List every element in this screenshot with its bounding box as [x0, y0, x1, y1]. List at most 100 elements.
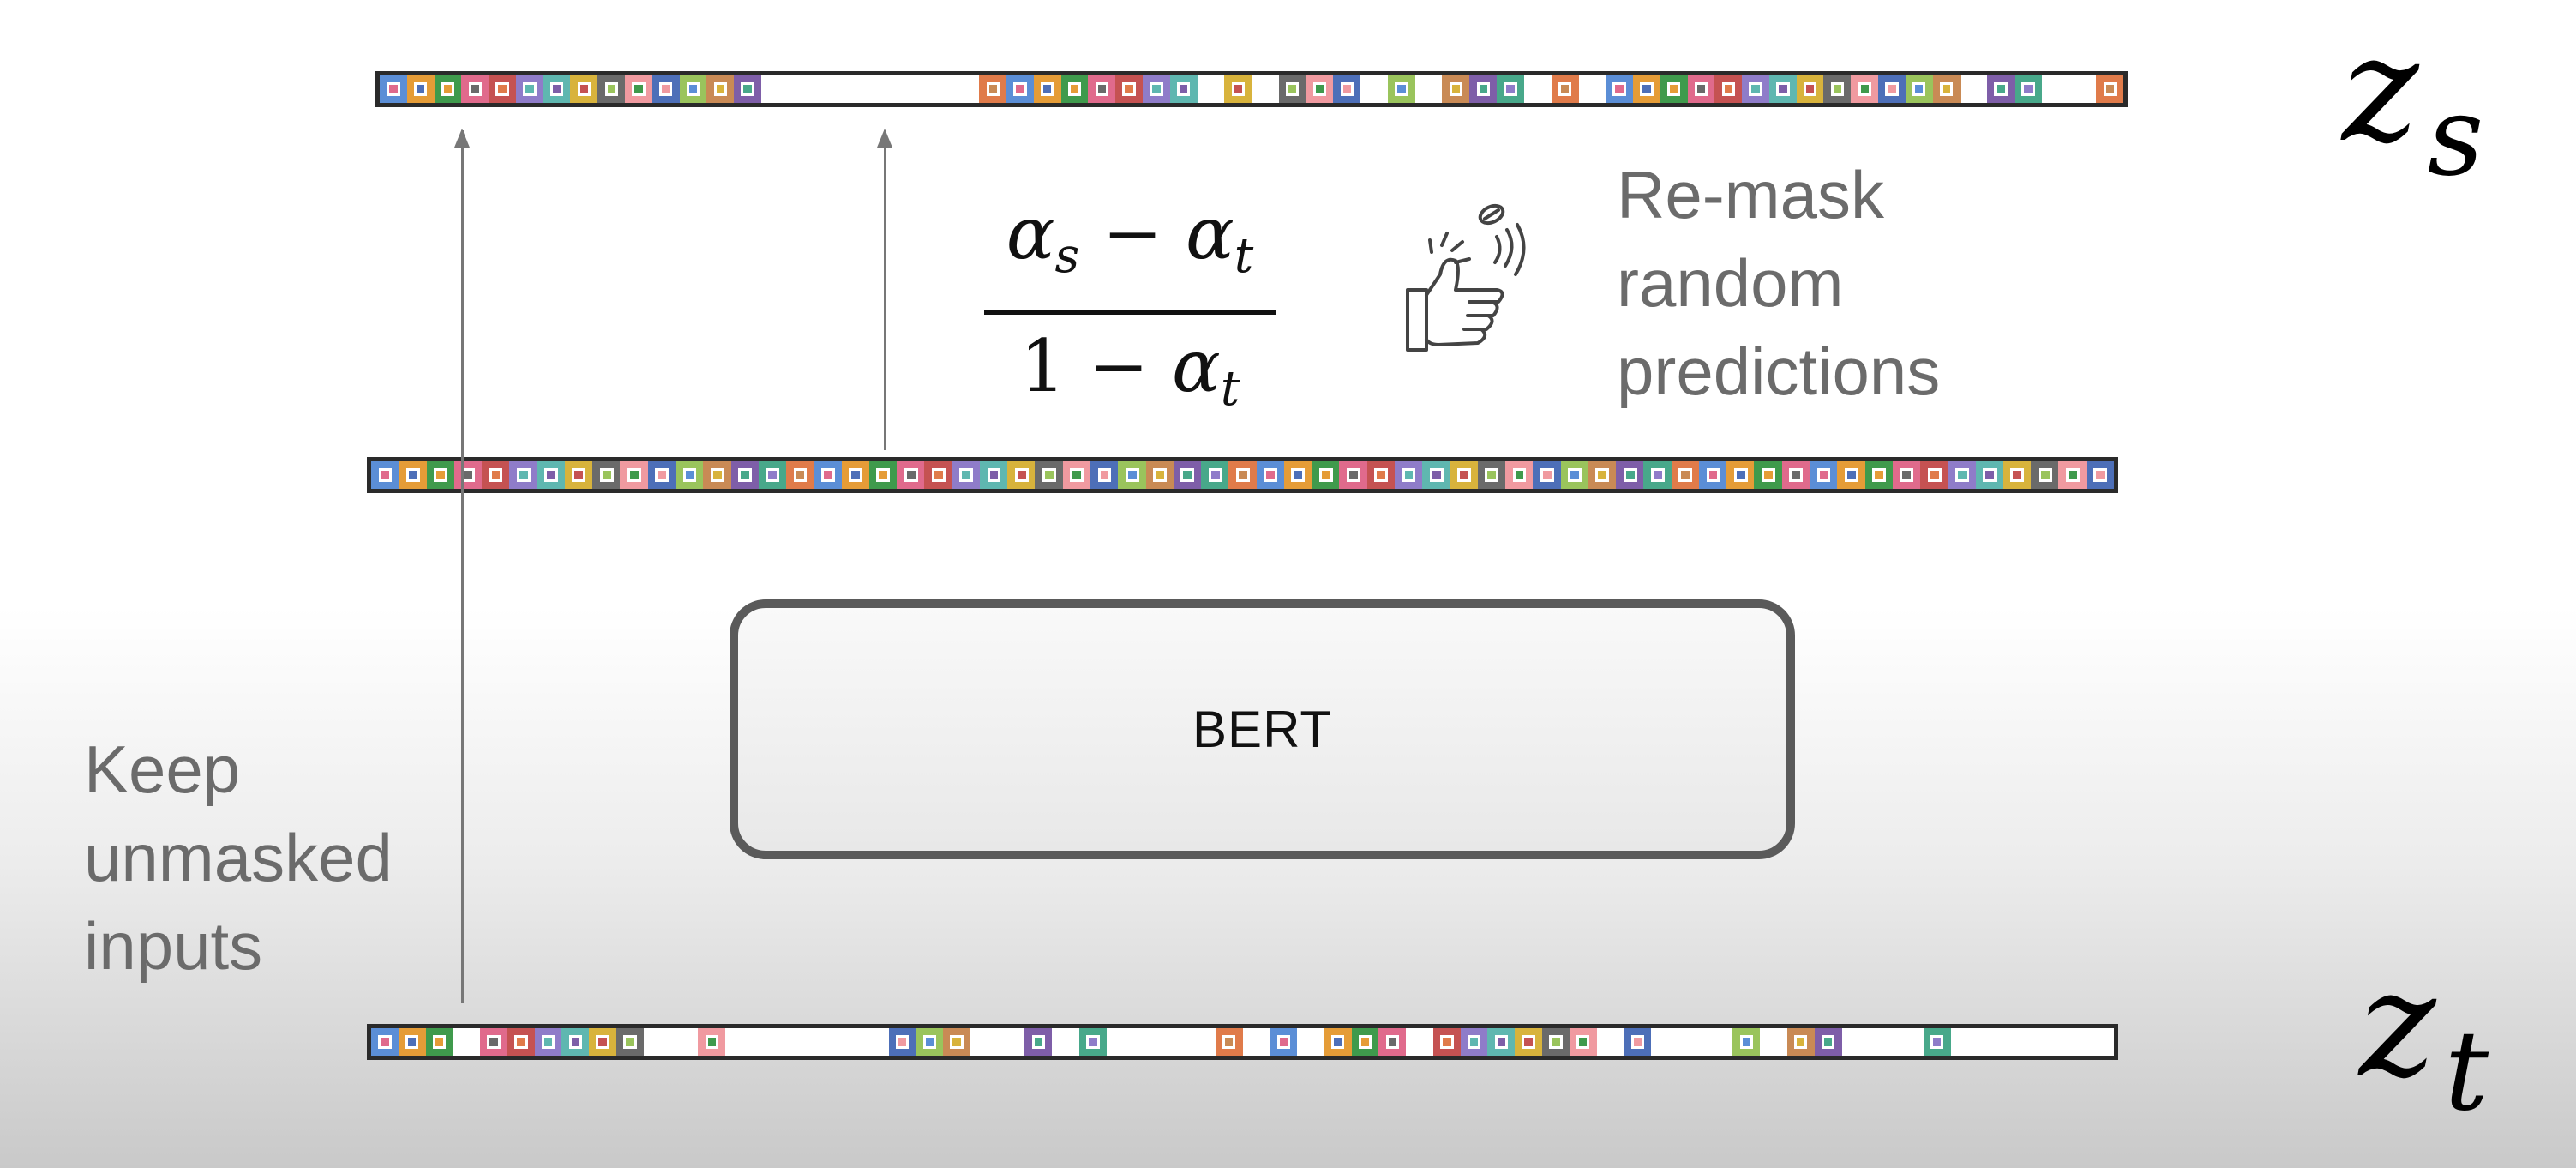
- token: [868, 461, 898, 489]
- token-inner: [1640, 82, 1654, 96]
- formula-denominator: 1 − αt: [984, 323, 1276, 432]
- token: [371, 1028, 399, 1056]
- token-inner: [1576, 1035, 1590, 1049]
- token: [1173, 461, 1202, 489]
- token-inner: [1794, 1035, 1808, 1049]
- token: [1975, 461, 2004, 489]
- token: [589, 1028, 617, 1056]
- token: [1006, 75, 1034, 103]
- token: [1932, 75, 1961, 103]
- token: [1588, 461, 1617, 489]
- token: [2014, 75, 2042, 103]
- token: [1442, 75, 1470, 103]
- token-inner: [1125, 468, 1139, 482]
- token-inner: [1912, 82, 1926, 96]
- token-inner: [1358, 1035, 1372, 1049]
- token: [534, 1028, 562, 1056]
- token-inner: [876, 468, 891, 482]
- token: [1394, 461, 1423, 489]
- token: [1551, 75, 1579, 103]
- token: [1851, 75, 1879, 103]
- token: [507, 1028, 535, 1056]
- token: [1215, 1028, 1243, 1056]
- token-inner: [741, 82, 754, 96]
- token-inner: [1097, 468, 1112, 482]
- token: [841, 461, 870, 489]
- token: [1033, 75, 1061, 103]
- token: [1560, 461, 1589, 489]
- token-inner: [441, 82, 455, 96]
- remask-note-line: predictions: [1617, 334, 1941, 409]
- token: [814, 461, 843, 489]
- token: [734, 75, 762, 103]
- token: [625, 75, 653, 103]
- token-inner: [1070, 468, 1084, 482]
- token-inner: [1540, 468, 1554, 482]
- keep-note-line: unmasked: [84, 820, 393, 895]
- token: [1533, 461, 1562, 489]
- token: [1169, 75, 1198, 103]
- token: [564, 461, 593, 489]
- token: [1505, 461, 1534, 489]
- token-inner: [1153, 468, 1167, 482]
- token-inner: [1789, 468, 1804, 482]
- token: [1987, 75, 2015, 103]
- token-inner: [1122, 82, 1136, 96]
- token: [406, 75, 435, 103]
- token-inner: [713, 82, 728, 96]
- token: [888, 1028, 916, 1056]
- token-inner: [1844, 468, 1858, 482]
- token-inner: [1347, 468, 1360, 482]
- token-inner: [1595, 468, 1610, 482]
- token: [1487, 1028, 1516, 1056]
- token-inner: [1612, 82, 1626, 96]
- token-inner: [1858, 82, 1871, 96]
- token: [1864, 461, 1894, 489]
- token: [1090, 461, 1120, 489]
- token-inner: [523, 82, 537, 96]
- token: [647, 461, 676, 489]
- token: [1224, 75, 1252, 103]
- token-inner: [568, 1035, 583, 1049]
- token-inner: [1312, 82, 1327, 96]
- token: [1687, 75, 1715, 103]
- token-inner: [922, 1035, 936, 1049]
- token: [1366, 461, 1396, 489]
- token: [1278, 75, 1306, 103]
- token-inner: [1067, 82, 1082, 96]
- token: [1541, 1028, 1570, 1056]
- formula-alpha-s: α: [1006, 191, 1055, 275]
- token-inner: [2093, 468, 2108, 482]
- token: [1283, 461, 1312, 489]
- token: [1460, 1028, 1488, 1056]
- token-inner: [1180, 468, 1195, 482]
- token: [1142, 75, 1170, 103]
- zs-label: zs: [2342, 17, 2483, 192]
- formula-one-minus: 1 −: [1019, 324, 1172, 408]
- token-inner: [1667, 82, 1681, 96]
- token: [1450, 461, 1479, 489]
- token: [1837, 461, 1866, 489]
- bert-label: BERT: [1192, 701, 1332, 758]
- token: [1312, 461, 1341, 489]
- token: [1796, 75, 1824, 103]
- token-inner: [2066, 468, 2080, 482]
- remask-note-line: Re-mask: [1617, 157, 1885, 232]
- token: [398, 1028, 426, 1056]
- token: [1606, 75, 1634, 103]
- token-inner: [1395, 82, 1408, 96]
- remask-note: Re-mask random predictions: [1617, 151, 1940, 416]
- token-sequence-zs: [375, 71, 2128, 107]
- token: [786, 461, 815, 489]
- token-inner: [2021, 82, 2035, 96]
- token-inner: [1630, 1035, 1644, 1049]
- formula-sub-t: t: [1234, 228, 1254, 284]
- token-inner: [1095, 82, 1108, 96]
- token-inner: [1318, 468, 1333, 482]
- token: [1732, 1028, 1761, 1056]
- token-inner: [378, 1035, 392, 1049]
- token: [1497, 75, 1525, 103]
- token: [1387, 75, 1415, 103]
- token-inner: [1476, 82, 1490, 96]
- token-inner: [1176, 82, 1191, 96]
